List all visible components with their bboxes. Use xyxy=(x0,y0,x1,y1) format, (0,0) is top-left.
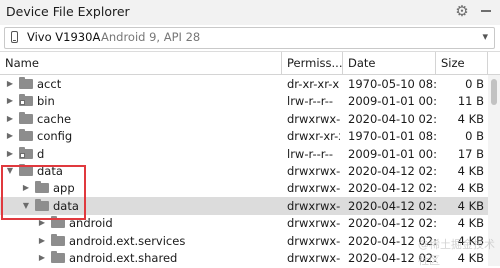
file-date: 1970-05-10 08:0 xyxy=(348,77,436,91)
expand-arrow-icon[interactable]: ▶ xyxy=(36,214,48,232)
expand-arrow-icon[interactable]: ▶ xyxy=(20,179,32,197)
file-permissions: drwxrwx--x xyxy=(287,251,340,265)
column-date[interactable]: Date xyxy=(343,52,436,74)
file-tree: ▶ acct dr-xr-xr-x 1970-05-10 08:0 0 B ▶ bin lrw… xyxy=(0,75,500,266)
file-size: 4 KB xyxy=(457,216,484,231)
file-permissions: drwxrwx--- xyxy=(287,111,340,126)
window-title: Device File Explorer xyxy=(6,4,130,19)
expand-arrow-icon[interactable]: ▶ xyxy=(4,75,16,93)
file-size: 4 KB xyxy=(457,111,484,126)
file-name: acct xyxy=(37,77,62,91)
collapse-arrow-icon[interactable]: ▼ xyxy=(4,162,16,180)
folder-link-icon xyxy=(19,146,33,159)
column-name[interactable]: Name xyxy=(0,52,282,74)
column-size[interactable]: Size xyxy=(436,52,488,74)
file-date: 2020-04-12 02:0 xyxy=(348,181,436,196)
file-name: bin xyxy=(37,94,55,109)
file-date: 2020-04-12 02:0 xyxy=(348,164,436,178)
folder-icon xyxy=(19,77,33,89)
file-name: data xyxy=(53,198,79,213)
tree-row[interactable]: ▶ android.ext.services drwxrwx--x 2020-04-1… xyxy=(0,232,488,250)
file-size: 0 B xyxy=(465,129,484,144)
collapse-arrow-icon[interactable]: ▼ xyxy=(20,197,32,215)
tree-row[interactable]: ▼ data drwxrwx--x 2020-04-12 02:0 4 KB xyxy=(0,196,488,215)
tree-row[interactable]: ▼ data drwxrwx--x 2020-04-12 02:0 4 KB xyxy=(0,162,488,180)
tree-row[interactable]: ▶ config drwxr-xr-x 1970-01-01 08:0 0 B xyxy=(0,127,488,145)
file-name: app xyxy=(53,181,75,196)
folder-icon xyxy=(51,251,65,263)
file-date: 2020-04-12 02:0 xyxy=(348,216,436,231)
file-permissions: drwxr-xr-x xyxy=(287,129,340,144)
folder-link-icon xyxy=(19,94,33,107)
tree-row[interactable]: ▶ android drwxrwx--x 2020-04-12 02:0 4 KB xyxy=(0,214,488,232)
file-name: config xyxy=(37,129,73,144)
file-date: 2020-04-10 02:4 xyxy=(348,111,436,126)
file-name: d xyxy=(37,146,45,161)
file-size: 4 KB xyxy=(457,198,484,213)
file-name: android xyxy=(69,216,113,231)
file-size: 0 B xyxy=(465,77,484,91)
folder-icon xyxy=(51,233,65,246)
device-name: Vivo V1930A xyxy=(27,30,101,44)
expand-arrow-icon[interactable]: ▶ xyxy=(4,110,16,128)
tree-row[interactable]: ▶ bin lrw-r--r-- 2009-01-01 00:0 11 B xyxy=(0,92,488,110)
column-header: Name Permiss... Date Size xyxy=(0,52,500,75)
tree-row[interactable]: ▶ acct dr-xr-xr-x 1970-05-10 08:0 0 B xyxy=(0,75,488,93)
file-date: 2009-01-01 00:0 xyxy=(348,94,436,109)
file-size: 17 B xyxy=(457,146,484,161)
title-bar: Device File Explorer ⚙ xyxy=(0,0,500,25)
folder-icon xyxy=(19,129,33,142)
file-permissions: lrw-r--r-- xyxy=(287,146,334,161)
file-permissions: dr-xr-xr-x xyxy=(287,77,340,91)
file-size: 4 KB xyxy=(457,164,484,178)
phone-icon xyxy=(11,31,18,43)
file-date: 2020-04-12 02:0 xyxy=(348,251,436,265)
folder-icon xyxy=(35,198,49,211)
file-date: 2020-04-12 02:0 xyxy=(348,233,436,248)
device-dropdown[interactable]: Vivo V1930A Android 9, API 28 ▾ xyxy=(4,27,495,49)
file-name: android.ext.shared xyxy=(69,251,178,265)
device-meta: Android 9, API 28 xyxy=(101,30,201,44)
file-date: 2009-01-01 00:0 xyxy=(348,146,436,161)
column-permissions[interactable]: Permiss... xyxy=(282,52,343,74)
gear-icon[interactable]: ⚙ xyxy=(454,2,470,20)
tree-row[interactable]: ▶ cache drwxrwx--- 2020-04-10 02:4 4 KB xyxy=(0,110,488,128)
file-permissions: drwxrwx--x xyxy=(287,181,340,196)
file-date: 2020-04-12 02:0 xyxy=(348,198,436,213)
tree-row[interactable]: ▶ android.ext.shared drwxrwx--x 2020-04-12 … xyxy=(0,249,488,266)
file-date: 1970-01-01 08:0 xyxy=(348,129,436,144)
file-permissions: drwxrwx--x xyxy=(287,233,340,248)
file-size: 4 KB xyxy=(457,233,484,248)
expand-arrow-icon[interactable]: ▶ xyxy=(4,127,16,145)
file-size: 11 B xyxy=(457,94,484,109)
expand-arrow-icon[interactable]: ▶ xyxy=(36,249,48,266)
file-name: cache xyxy=(37,111,72,126)
device-bar: Vivo V1930A Android 9, API 28 ▾ xyxy=(0,25,500,52)
folder-icon xyxy=(19,164,33,176)
file-name: android.ext.services xyxy=(69,233,186,248)
file-permissions: drwxrwx--x xyxy=(287,216,340,231)
file-permissions: lrw-r--r-- xyxy=(287,94,334,109)
folder-icon xyxy=(19,111,33,124)
chevron-down-icon: ▾ xyxy=(482,30,488,43)
tree-row[interactable]: ▶ d lrw-r--r-- 2009-01-01 00:0 17 B xyxy=(0,145,488,163)
folder-icon xyxy=(35,181,49,194)
minimize-icon[interactable] xyxy=(478,3,494,19)
expand-arrow-icon[interactable]: ▶ xyxy=(36,232,48,250)
file-size: 4 KB xyxy=(457,251,484,265)
expand-arrow-icon[interactable]: ▶ xyxy=(4,92,16,110)
file-name: data xyxy=(37,164,63,178)
file-permissions: drwxrwx--x xyxy=(287,198,340,213)
file-size: 4 KB xyxy=(457,181,484,196)
tree-row[interactable]: ▶ app drwxrwx--x 2020-04-12 02:0 4 KB xyxy=(0,179,488,197)
expand-arrow-icon[interactable]: ▶ xyxy=(4,145,16,163)
scrollbar-thumb[interactable] xyxy=(491,79,497,105)
vertical-scrollbar[interactable] xyxy=(488,75,500,266)
folder-icon xyxy=(51,216,65,229)
file-permissions: drwxrwx--x xyxy=(287,164,340,178)
